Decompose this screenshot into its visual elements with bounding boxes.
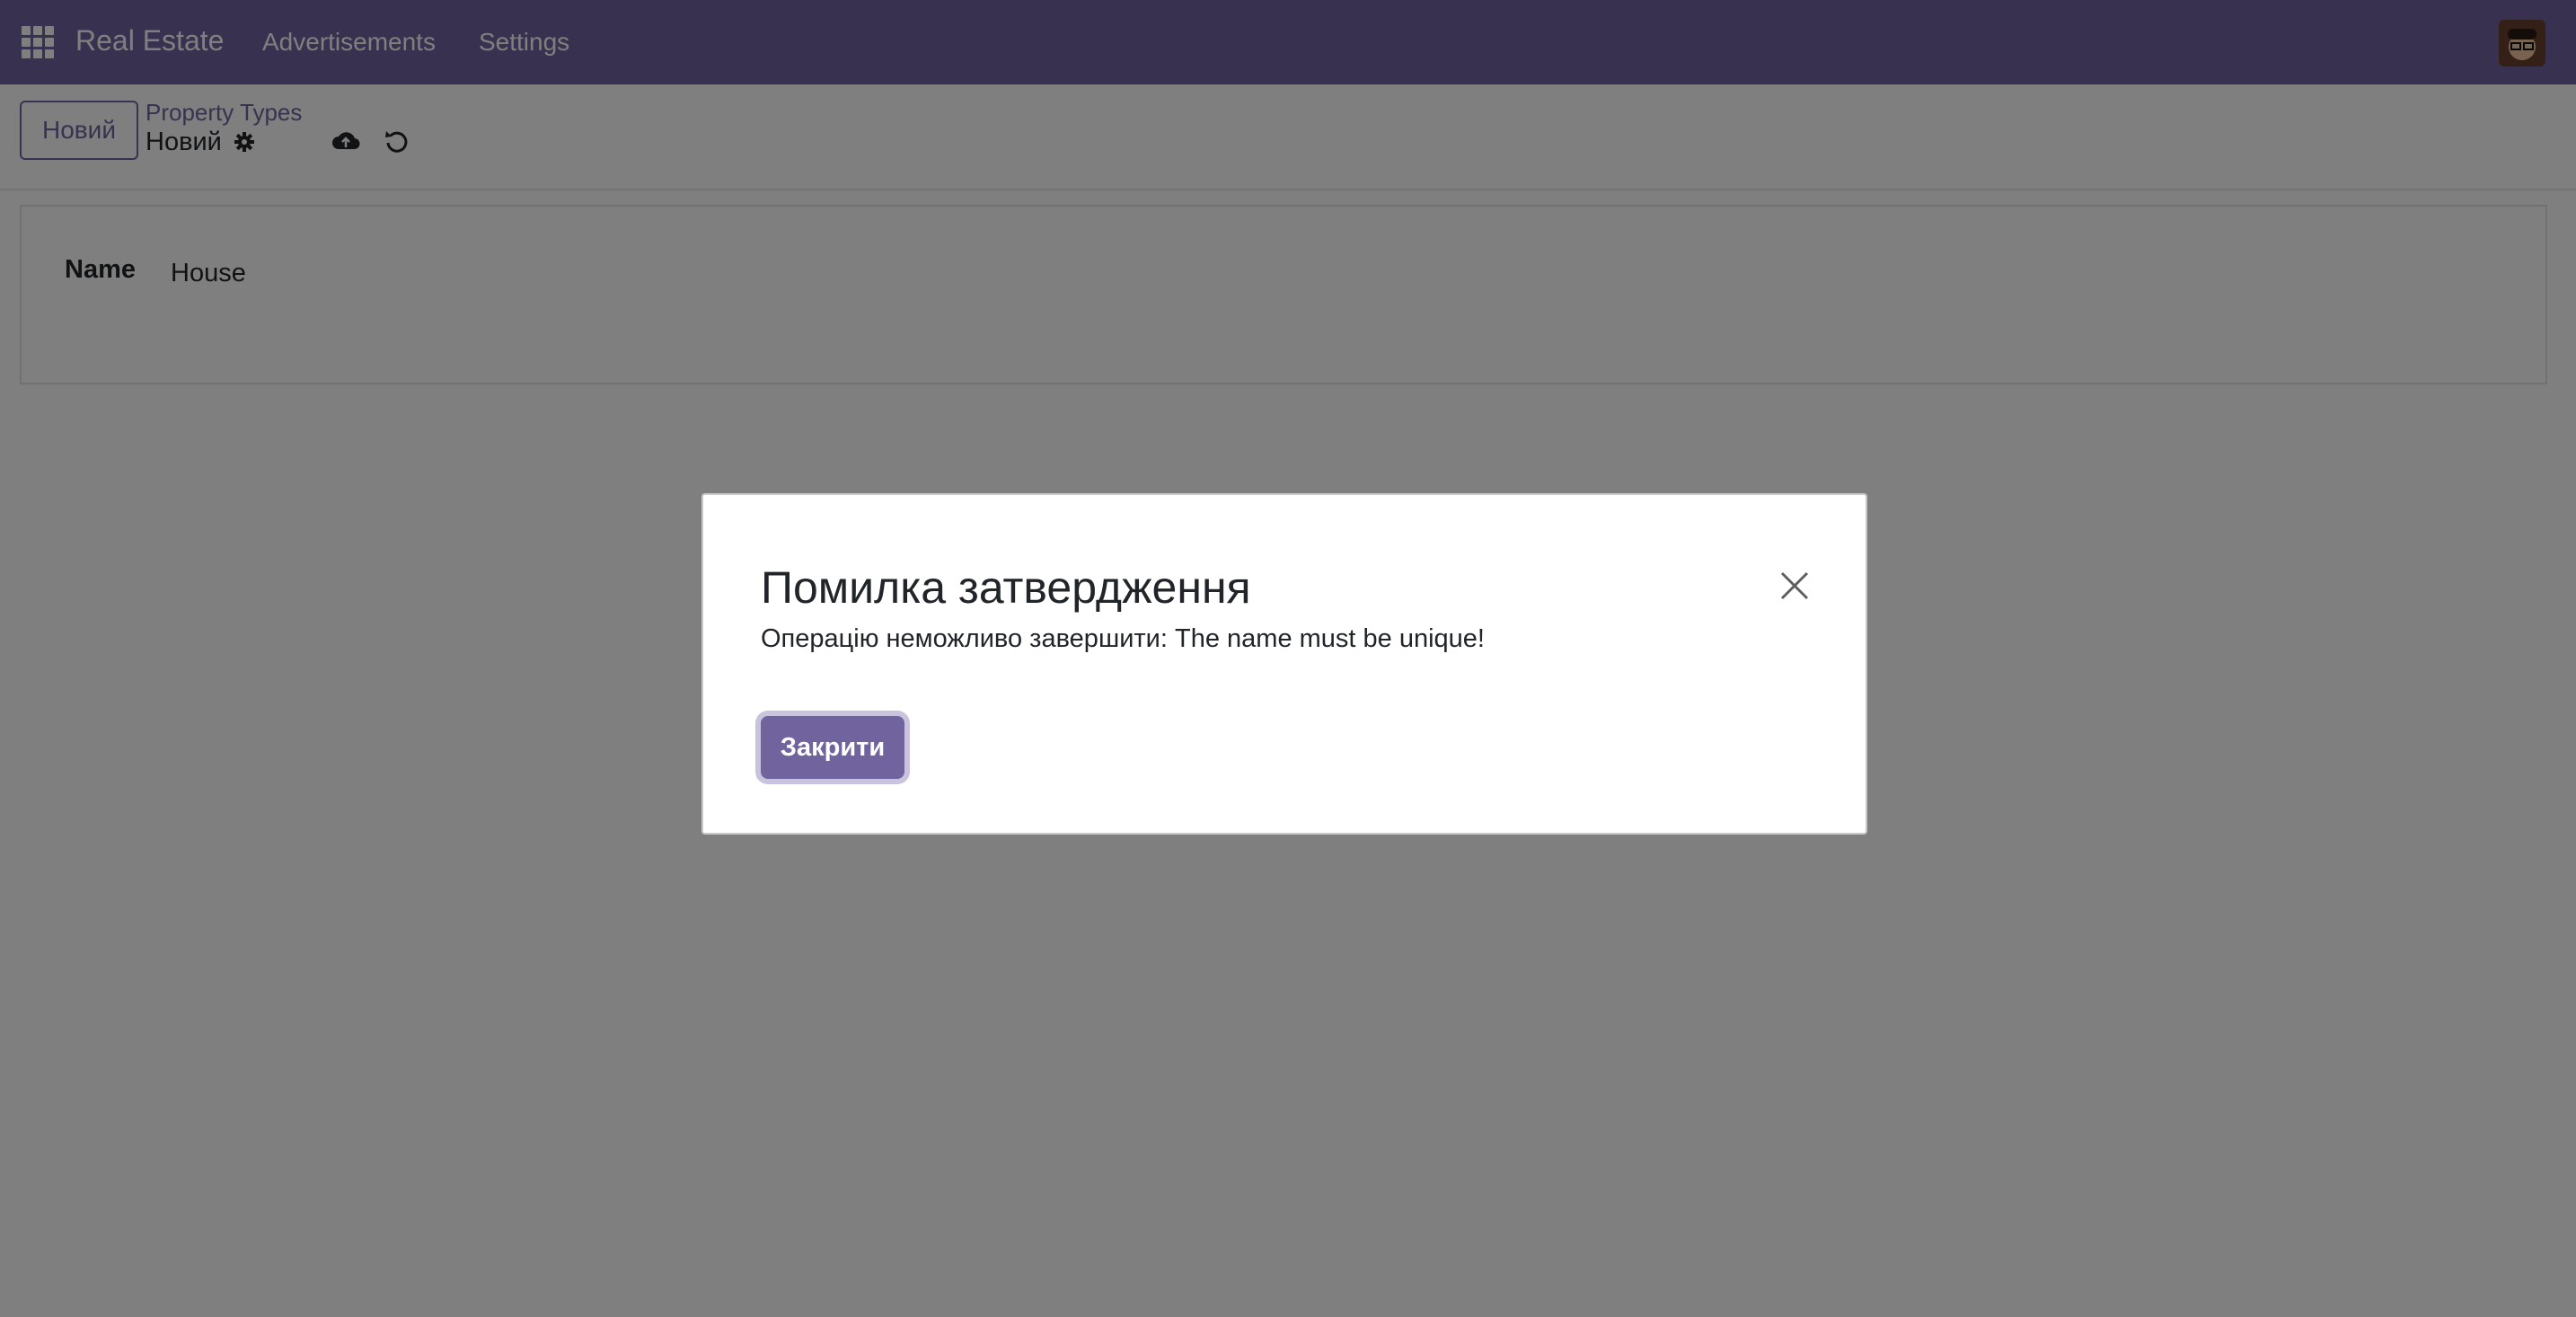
app-root: Real Estate Advertisements Settings Нови… [0,0,2576,1317]
dialog-title: Помилка затвердження [761,562,1251,613]
close-icon[interactable] [1779,570,1810,601]
validation-error-dialog: Помилка затвердження Операцію неможливо … [701,493,1867,835]
dialog-message: Операцію неможливо завершити: The name m… [761,624,1485,653]
close-button[interactable]: Закрити [761,716,904,779]
